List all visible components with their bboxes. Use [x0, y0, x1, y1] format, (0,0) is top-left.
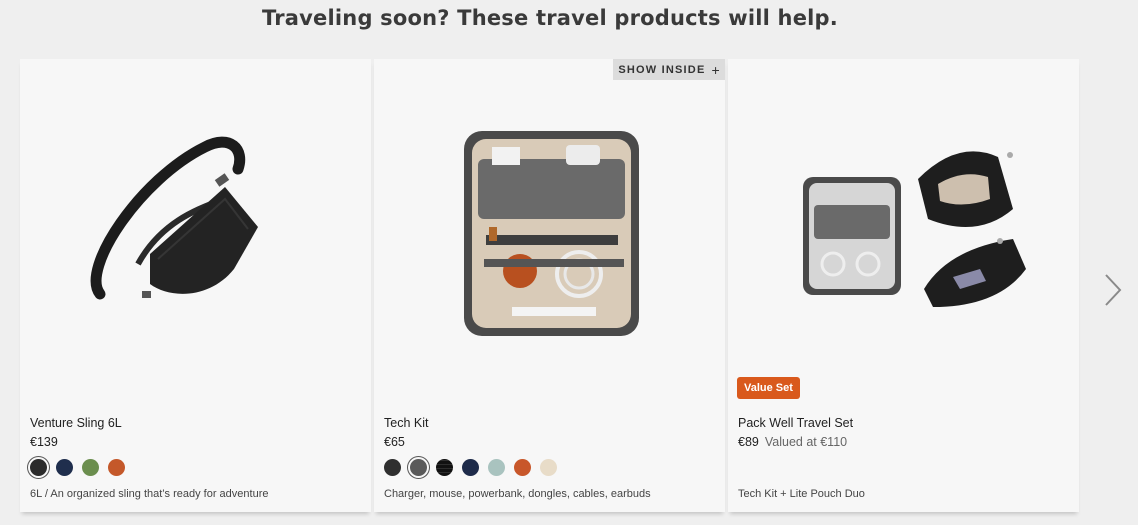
product-name[interactable]: Venture Sling 6L: [30, 416, 122, 430]
swatch-color[interactable]: [30, 459, 47, 476]
swatch-color[interactable]: [56, 459, 73, 476]
plus-icon: +: [711, 61, 720, 78]
value-set-badge: Value Set: [737, 377, 800, 399]
product-description: 6L / An organized sling that’s ready for…: [30, 488, 269, 500]
tech-kit-image[interactable]: [374, 59, 725, 399]
product-price: €65: [384, 435, 405, 449]
swatch-color[interactable]: [436, 459, 453, 476]
swatch-color[interactable]: [410, 459, 427, 476]
product-price: €89: [738, 435, 759, 449]
product-name[interactable]: Pack Well Travel Set: [738, 416, 853, 430]
product-card-venture-sling[interactable]: Venture Sling 6L €139 6L / An organized …: [20, 59, 371, 512]
show-inside-button[interactable]: SHOW INSIDE +: [613, 59, 725, 80]
swatch-color[interactable]: [82, 459, 99, 476]
product-card-pack-well-set[interactable]: Value Set Pack Well Travel Set €89 Value…: [728, 59, 1079, 512]
color-swatches: [384, 459, 557, 476]
swatch-color[interactable]: [540, 459, 557, 476]
swatch-color[interactable]: [488, 459, 505, 476]
price-row: €89 Valued at €110: [738, 435, 847, 449]
swatch-color[interactable]: [462, 459, 479, 476]
swatch-color[interactable]: [384, 459, 401, 476]
pack-well-set-image[interactable]: [728, 59, 1079, 399]
swatch-color[interactable]: [108, 459, 125, 476]
product-card-tech-kit[interactable]: SHOW INSIDE + Tech Kit €65 Charger, mous…: [374, 59, 725, 512]
color-swatches: [30, 459, 125, 476]
product-description: Charger, mouse, powerbank, dongles, cabl…: [384, 488, 651, 500]
show-inside-label: SHOW INSIDE: [618, 63, 706, 76]
product-name[interactable]: Tech Kit: [384, 416, 428, 430]
product-price: €139: [30, 435, 58, 449]
product-description: Tech Kit + Lite Pouch Duo: [738, 488, 865, 500]
price-row: €65: [384, 435, 405, 449]
chevron-right-icon[interactable]: [1100, 272, 1126, 308]
price-row: €139: [30, 435, 58, 449]
valued-at-text: Valued at €110: [764, 435, 848, 449]
venture-sling-image[interactable]: [20, 59, 371, 399]
swatch-color[interactable]: [514, 459, 531, 476]
section-title: Traveling soon? These travel products wi…: [262, 6, 838, 30]
